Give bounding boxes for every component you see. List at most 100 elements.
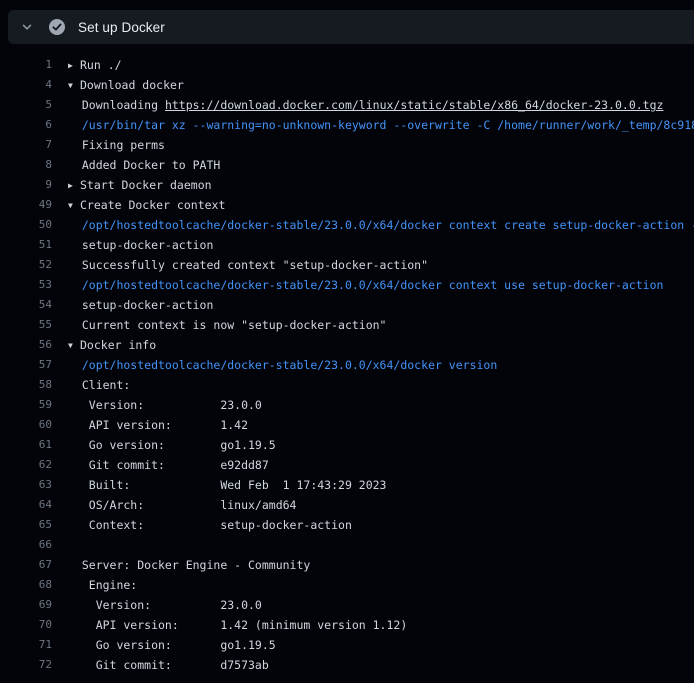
line-number[interactable]: 6 xyxy=(0,115,52,135)
log-text: API version: 1.42 xyxy=(68,415,694,435)
log-text: Go version: go1.19.5 xyxy=(68,435,694,455)
line-number[interactable]: 63 xyxy=(0,475,52,495)
line-number[interactable]: 55 xyxy=(0,315,52,335)
log-group-content: ▼Download docker xyxy=(68,75,694,95)
line-number[interactable]: 52 xyxy=(0,255,52,275)
line-number[interactable]: 9 xyxy=(0,175,52,195)
log-text: setup-docker-action xyxy=(68,295,694,315)
log-line-row: 72 Git commit: d7573ab xyxy=(0,655,694,675)
line-number[interactable]: 8 xyxy=(0,155,52,175)
line-number[interactable]: 7 xyxy=(0,135,52,155)
line-number[interactable]: 61 xyxy=(0,435,52,455)
log-line-row: 65 Context: setup-docker-action xyxy=(0,515,694,535)
log-line-text: Git commit: d7573ab xyxy=(68,658,269,672)
log-group-row[interactable]: 9 ▶Start Docker daemon xyxy=(0,175,694,195)
log-text: Git commit: d7573ab xyxy=(68,655,694,675)
log-line-text: setup-docker-action xyxy=(68,298,213,312)
log-line-text: OS/Arch: linux/amd64 xyxy=(68,498,296,512)
log-line-text: Go version: go1.19.5 xyxy=(68,438,276,452)
step-header-set-up-docker[interactable]: Set up Docker xyxy=(8,10,694,44)
line-number[interactable]: 56 xyxy=(0,335,52,355)
log-text: Engine: xyxy=(68,575,694,595)
log-line-row: 70 API version: 1.42 (minimum version 1.… xyxy=(0,615,694,635)
log-text xyxy=(68,535,694,555)
log-group-content: ▶Run ./ xyxy=(68,55,694,75)
log-viewer: 1▶Run ./4▼Download docker5 Downloading h… xyxy=(0,55,694,675)
group-label: Docker info xyxy=(80,338,156,352)
group-expanded-icon[interactable]: ▼ xyxy=(68,196,80,215)
line-number[interactable]: 67 xyxy=(0,555,52,575)
line-number[interactable]: 64 xyxy=(0,495,52,515)
line-number[interactable]: 68 xyxy=(0,575,52,595)
group-expanded-icon[interactable]: ▼ xyxy=(68,336,80,355)
group-collapsed-icon[interactable]: ▶ xyxy=(68,176,80,195)
line-number[interactable]: 70 xyxy=(0,615,52,635)
download-url-link[interactable]: https://download.docker.com/linux/static… xyxy=(165,98,664,112)
log-line-row: 66 xyxy=(0,535,694,555)
line-number[interactable]: 50 xyxy=(0,215,52,235)
log-command-text: /opt/hostedtoolcache/docker-stable/23.0.… xyxy=(68,215,694,235)
log-group-row[interactable]: 56 ▼Docker info xyxy=(0,335,694,355)
line-number[interactable]: 57 xyxy=(0,355,52,375)
group-collapsed-icon[interactable]: ▶ xyxy=(68,56,80,75)
log-line-row: 62 Git commit: e92dd87 xyxy=(0,455,694,475)
log-line-row: 69 Version: 23.0.0 xyxy=(0,595,694,615)
line-number[interactable]: 58 xyxy=(0,375,52,395)
line-number[interactable]: 65 xyxy=(0,515,52,535)
log-line-row: 61 Go version: go1.19.5 xyxy=(0,435,694,455)
log-command-text: /opt/hostedtoolcache/docker-stable/23.0.… xyxy=(68,355,694,375)
log-line-row: 53 /opt/hostedtoolcache/docker-stable/23… xyxy=(0,275,694,295)
log-text: Version: 23.0.0 xyxy=(68,595,694,615)
log-group-row[interactable]: 1 ▶Run ./ xyxy=(0,55,694,75)
line-number[interactable]: 4 xyxy=(0,75,52,95)
log-text: Built: Wed Feb 1 17:43:29 2023 xyxy=(68,475,694,495)
log-line-row: 50 /opt/hostedtoolcache/docker-stable/23… xyxy=(0,215,694,235)
line-number[interactable]: 66 xyxy=(0,535,52,555)
group-label: Download docker xyxy=(80,78,184,92)
log-line-text: Git commit: e92dd87 xyxy=(68,458,269,472)
line-number[interactable]: 5 xyxy=(0,95,52,115)
log-line-text: Server: Docker Engine - Community xyxy=(68,558,310,572)
log-text: Current context is now "setup-docker-act… xyxy=(68,315,694,335)
group-label: Run ./ xyxy=(80,58,122,72)
log-line-text: Client: xyxy=(68,378,130,392)
line-number[interactable]: 72 xyxy=(0,655,52,675)
line-number[interactable]: 62 xyxy=(0,455,52,475)
log-text: Version: 23.0.0 xyxy=(68,395,694,415)
line-number[interactable]: 60 xyxy=(0,415,52,435)
check-circle-icon xyxy=(48,18,66,36)
line-number[interactable]: 69 xyxy=(0,595,52,615)
log-line-text: Added Docker to PATH xyxy=(68,158,220,172)
log-line-text: Fixing perms xyxy=(68,138,165,152)
log-line-text: Successfully created context "setup-dock… xyxy=(68,258,428,272)
log-line-text: Downloading xyxy=(68,98,165,112)
log-line-row: 8 Added Docker to PATH xyxy=(0,155,694,175)
log-line-row: 68 Engine: xyxy=(0,575,694,595)
group-expanded-icon[interactable]: ▼ xyxy=(68,76,80,95)
log-line-row: 60 API version: 1.42 xyxy=(0,415,694,435)
log-line-row: 5 Downloading https://download.docker.co… xyxy=(0,95,694,115)
log-text: Git commit: e92dd87 xyxy=(68,455,694,475)
log-group-row[interactable]: 49▼Create Docker context xyxy=(0,195,694,215)
log-group-row[interactable]: 4 ▼Download docker xyxy=(0,75,694,95)
log-line-text: API version: 1.42 xyxy=(68,418,248,432)
log-group-content: ▼Docker info xyxy=(68,335,694,355)
log-line-row: 64 OS/Arch: linux/amd64 xyxy=(0,495,694,515)
line-number[interactable]: 59 xyxy=(0,395,52,415)
line-number[interactable]: 54 xyxy=(0,295,52,315)
line-number[interactable]: 1 xyxy=(0,55,52,75)
line-number[interactable]: 49 xyxy=(0,195,52,215)
log-line-text: Context: setup-docker-action xyxy=(68,518,352,532)
log-text: Go version: go1.19.5 xyxy=(68,635,694,655)
line-number[interactable]: 53 xyxy=(0,275,52,295)
chevron-down-icon[interactable] xyxy=(21,21,33,33)
log-line-text: Version: 23.0.0 xyxy=(68,598,262,612)
log-line-text: /usr/bin/tar xz --warning=no-unknown-key… xyxy=(68,118,694,132)
log-line-row: 7 Fixing perms xyxy=(0,135,694,155)
line-number[interactable]: 51 xyxy=(0,235,52,255)
log-line-row: 54 setup-docker-action xyxy=(0,295,694,315)
line-number[interactable]: 71 xyxy=(0,635,52,655)
log-text: Added Docker to PATH xyxy=(68,155,694,175)
log-line-row: 67 Server: Docker Engine - Community xyxy=(0,555,694,575)
log-group-content: ▶Start Docker daemon xyxy=(68,175,694,195)
